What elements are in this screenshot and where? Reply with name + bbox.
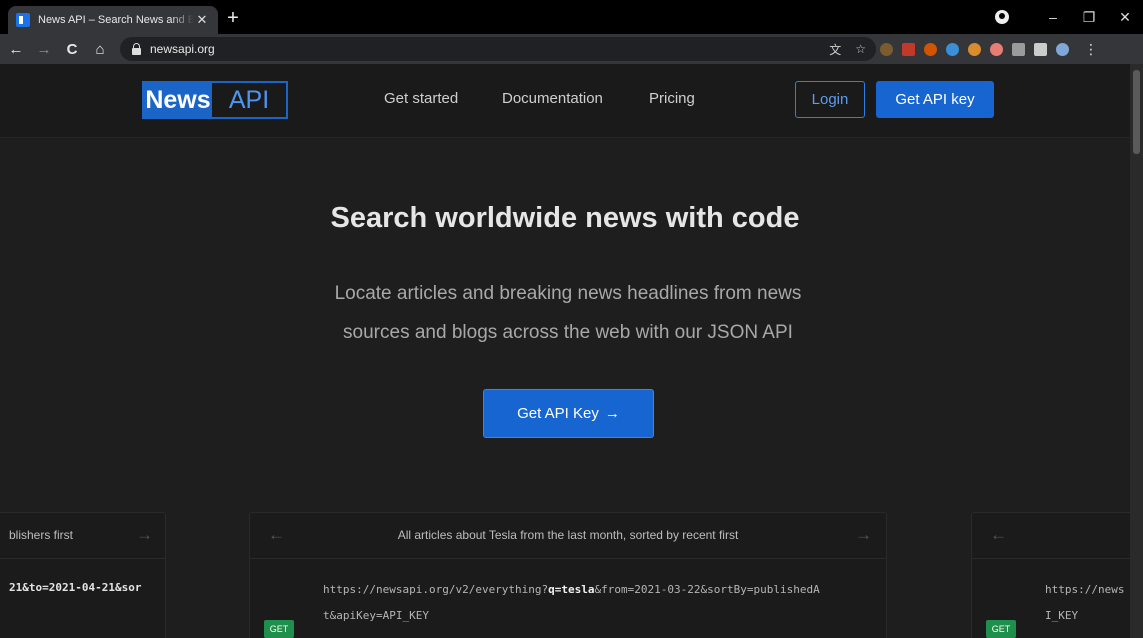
profile-indicator-icon[interactable] xyxy=(995,10,1009,24)
translate-icon[interactable]: 文 xyxy=(829,41,841,58)
logo-api-text: API xyxy=(228,86,270,114)
example-card-title: All articles about Tesla from the last m… xyxy=(397,528,739,542)
http-method-badge: GET xyxy=(986,620,1016,638)
window-controls: – ❐ ✕ xyxy=(995,0,1143,34)
extension-glasses-icon[interactable] xyxy=(880,42,893,56)
minimize-button[interactable]: – xyxy=(1035,9,1071,25)
nav-pricing[interactable]: Pricing xyxy=(649,90,695,107)
example-card-header: blishers first → xyxy=(0,513,165,559)
arrow-right-icon[interactable]: → xyxy=(136,525,153,545)
url-suffix: &from=2021-03-22&sortBy=publishedA xyxy=(594,583,820,596)
extensions-puzzle-icon[interactable] xyxy=(1034,42,1047,56)
user-avatar-icon[interactable] xyxy=(1056,42,1069,56)
hero-subtitle-line-2: sources and blogs across the web with ou… xyxy=(343,322,793,343)
get-api-key-button[interactable]: Get API key xyxy=(876,81,994,118)
browser-toolbar: ← → C ⌂ newsapi.org 文 ☆ ⋮ xyxy=(0,34,1143,64)
example-card-header: ← All articles about Tesla from the last… xyxy=(250,513,886,559)
url-line-2: I_KEY xyxy=(1045,609,1079,622)
newsapi-favicon-icon xyxy=(16,13,30,27)
browser-menu-icon[interactable]: ⋮ xyxy=(1084,41,1098,58)
hero-cta-label: Get API Key xyxy=(517,405,599,422)
example-request-url[interactable]: https://newsapi.org/v2/everything?q=tesl… xyxy=(323,577,820,629)
close-window-button[interactable]: ✕ xyxy=(1107,9,1143,26)
restore-button[interactable]: ❐ xyxy=(1071,9,1107,26)
extension-badge-icon[interactable] xyxy=(902,42,915,56)
example-card-header: ← xyxy=(972,513,1130,559)
site-header: News API Get started Documentation Prici… xyxy=(0,64,1130,138)
hero-subtitle: Locate articles and breaking news headli… xyxy=(315,274,821,352)
extension-shield-icon[interactable] xyxy=(924,42,937,56)
example-request-url[interactable]: https://news I_KEY xyxy=(1045,577,1124,629)
extension-circle-icon[interactable] xyxy=(946,42,959,56)
extension-cookie-icon[interactable] xyxy=(968,42,981,56)
url-query-param: q=tesla xyxy=(548,583,595,596)
hero-get-api-key-button[interactable]: Get API Key → xyxy=(483,389,654,438)
arrow-right-icon: → xyxy=(604,405,620,422)
browser-tab-bar: News API – Search News and Blog articles… xyxy=(0,0,1143,34)
browser-tab[interactable]: News API – Search News and Blog articles… xyxy=(8,6,218,34)
hero-title: Search worldwide news with code xyxy=(330,202,800,234)
hero-subtitle-line-1: Locate articles and breaking news headli… xyxy=(334,283,802,304)
home-button[interactable]: ⌂ xyxy=(88,41,112,58)
omnibox-actions: 文 ☆ xyxy=(829,37,866,61)
url-line-2: t&apiKey=API_KEY xyxy=(323,609,429,622)
scrollbar-thumb[interactable] xyxy=(1133,70,1140,154)
address-bar[interactable]: newsapi.org 文 ☆ xyxy=(120,37,876,61)
nav-get-started[interactable]: Get started xyxy=(384,90,458,107)
http-method-badge: GET xyxy=(264,620,294,638)
nav-documentation[interactable]: Documentation xyxy=(502,90,603,107)
bookmark-star-icon[interactable]: ☆ xyxy=(855,42,866,56)
extension-v-icon[interactable] xyxy=(1012,42,1025,56)
close-tab-icon[interactable]: ✕ xyxy=(194,12,210,28)
url-line-1: https://news xyxy=(1045,583,1125,596)
example-card-next: ← GET https://news I_KEY xyxy=(971,512,1130,638)
newsapi-logo[interactable]: News API xyxy=(142,81,288,119)
example-card-tesla: ← All articles about Tesla from the last… xyxy=(249,512,887,638)
tab-title: News API – Search News and Blog articles… xyxy=(38,14,194,26)
forward-button[interactable]: → xyxy=(32,41,56,58)
arrow-left-icon[interactable]: ← xyxy=(990,525,1007,545)
lock-icon[interactable] xyxy=(132,42,141,55)
new-tab-button[interactable]: + xyxy=(222,8,244,30)
login-button[interactable]: Login xyxy=(795,81,865,118)
page-scrollbar[interactable] xyxy=(1130,64,1143,638)
extension-face-icon[interactable] xyxy=(990,42,1003,56)
back-button[interactable]: ← xyxy=(4,41,28,58)
url-text[interactable]: newsapi.org xyxy=(150,42,215,56)
page-content: News API Get started Documentation Prici… xyxy=(0,64,1130,638)
reload-button[interactable]: C xyxy=(60,41,84,58)
example-card-previous: blishers first → 21&to=2021-04-21&sor xyxy=(0,512,166,638)
url-prefix: https://newsapi.org/v2/everything? xyxy=(323,583,549,596)
extensions-strip: ⋮ xyxy=(880,34,1098,64)
arrow-right-icon[interactable]: → xyxy=(855,525,872,545)
logo-news-text: News xyxy=(144,83,212,117)
example-request-url: 21&to=2021-04-21&sor xyxy=(9,581,142,594)
